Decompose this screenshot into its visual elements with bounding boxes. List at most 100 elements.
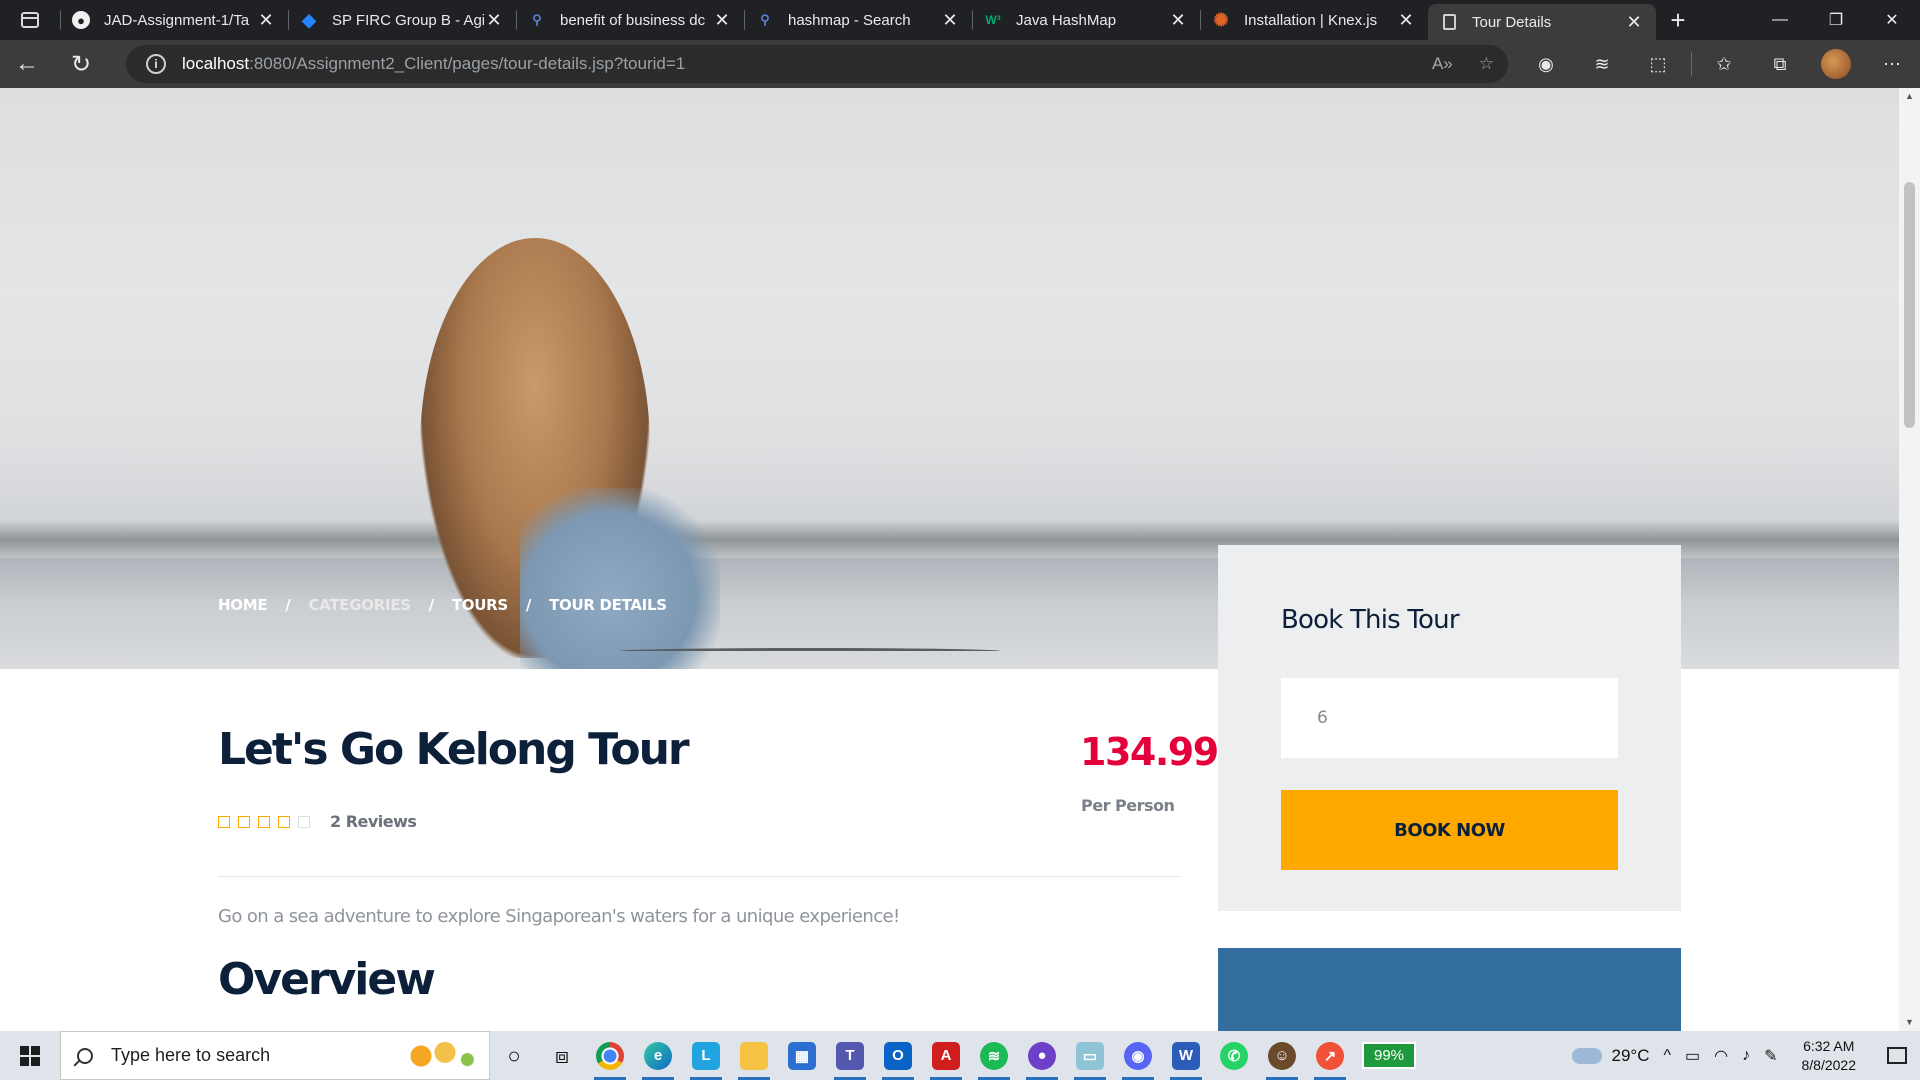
tab-jira[interactable]: ◆ SP FIRC Group B - Agi ✕ xyxy=(288,0,516,40)
star-icon xyxy=(258,815,270,828)
rating-stars: 2 Reviews xyxy=(218,812,417,831)
restore-button[interactable]: ❐ xyxy=(1808,0,1864,40)
windows-taskbar: Type here to search ○ ⧈ e L ▦ T O A ≋ ● … xyxy=(0,1031,1920,1080)
store-icon[interactable]: ▦ xyxy=(778,1031,826,1080)
start-button[interactable] xyxy=(0,1031,60,1080)
extensions-icon[interactable]: ⬚ xyxy=(1630,40,1686,88)
github-desktop-icon[interactable]: ● xyxy=(1018,1031,1066,1080)
chrome-icon[interactable] xyxy=(586,1031,634,1080)
close-tab-icon[interactable]: ✕ xyxy=(1168,10,1188,31)
more-menu-icon[interactable]: ⋯ xyxy=(1864,40,1920,88)
tab-actions-button[interactable] xyxy=(0,0,60,40)
book-now-button[interactable]: BOOK NOW xyxy=(1281,790,1618,870)
breadcrumb-home[interactable]: HOME xyxy=(218,596,268,614)
l-app-icon[interactable]: L xyxy=(682,1031,730,1080)
refresh-button[interactable]: ↻ xyxy=(54,40,108,88)
breadcrumb-separator: / xyxy=(525,596,532,614)
pen-icon[interactable]: ✎ xyxy=(1764,1046,1777,1066)
tab-github[interactable]: ● JAD-Assignment-1/Ta ✕ xyxy=(60,0,288,40)
page-viewport: HOME / CATEGORIES / TOURS / TOUR DETAILS… xyxy=(0,88,1899,1031)
system-tray: 29°C ^ ▭ ◠ ♪ ✎ 6:32 AM 8/8/2022 xyxy=(1571,1031,1920,1080)
github-icon: ● xyxy=(72,11,90,29)
tab-knex[interactable]: ✺ Installation | Knex.js ✕ xyxy=(1200,0,1428,40)
whatsapp-icon[interactable]: ✆ xyxy=(1210,1031,1258,1080)
tour-description: Go on a sea adventure to explore Singapo… xyxy=(218,906,900,927)
tab-hashmap-search[interactable]: ⚲ hashmap - Search ✕ xyxy=(744,0,972,40)
scrollbar-thumb[interactable] xyxy=(1904,182,1915,428)
booking-title: Book This Tour xyxy=(1281,605,1460,635)
swift-icon[interactable]: ↗ xyxy=(1306,1031,1354,1080)
page-scrollbar[interactable]: ▲ ▼ xyxy=(1899,88,1920,1031)
tab-tour-details[interactable]: Tour Details ✕ xyxy=(1428,4,1656,40)
wifi-icon[interactable]: ◠ xyxy=(1714,1046,1728,1066)
show-hidden-icons-chevron-icon[interactable]: ^ xyxy=(1663,1047,1671,1065)
star-icon xyxy=(278,815,290,828)
scroll-up-icon[interactable]: ▲ xyxy=(1899,88,1920,105)
avatar-app-icon[interactable]: ☺ xyxy=(1258,1031,1306,1080)
taskbar-search-placeholder: Type here to search xyxy=(111,1045,271,1065)
tab-business-search[interactable]: ⚲ benefit of business dc ✕ xyxy=(516,0,744,40)
breadcrumb-categories[interactable]: CATEGORIES xyxy=(308,596,410,614)
taskbar-clock[interactable]: 6:32 AM 8/8/2022 xyxy=(1802,1037,1857,1075)
breadcrumb-tours[interactable]: TOURS xyxy=(452,596,508,614)
tab-java-hashmap[interactable]: W³ Java HashMap ✕ xyxy=(972,0,1200,40)
page-icon xyxy=(1440,13,1458,31)
star-empty-icon xyxy=(298,815,310,828)
hero-person-shoulder xyxy=(520,488,720,669)
add-favorite-icon[interactable]: ☆ xyxy=(1479,54,1494,74)
discord-icon[interactable]: ◉ xyxy=(1114,1031,1162,1080)
back-button[interactable]: ← xyxy=(0,40,54,88)
notification-center-button[interactable] xyxy=(1874,1031,1920,1080)
database-extension-icon[interactable]: ≋ xyxy=(1574,40,1630,88)
volume-icon[interactable]: ♪ xyxy=(1742,1047,1750,1065)
collections-icon[interactable]: ⧉ xyxy=(1752,40,1808,88)
windows-logo-icon xyxy=(20,1045,40,1066)
edge-icon[interactable]: e xyxy=(634,1031,682,1080)
minimize-button[interactable]: — xyxy=(1752,0,1808,40)
breadcrumb-tour-details: TOUR DETAILS xyxy=(549,596,667,614)
notepad-icon[interactable]: ▭ xyxy=(1066,1031,1114,1080)
close-tab-icon[interactable]: ✕ xyxy=(484,10,504,31)
tab-title: Installation | Knex.js xyxy=(1244,11,1378,29)
weather-widget[interactable]: 29°C xyxy=(1571,1045,1650,1066)
temperature: 29°C xyxy=(1611,1045,1650,1065)
tour-price: 134.99 xyxy=(1080,730,1219,774)
battery-icon[interactable]: ▭ xyxy=(1685,1046,1700,1066)
close-window-button[interactable]: ✕ xyxy=(1864,0,1920,40)
cortana-icon[interactable]: ○ xyxy=(490,1031,538,1080)
acrobat-icon[interactable]: A xyxy=(922,1031,970,1080)
favorites-icon[interactable]: ✩ xyxy=(1696,40,1752,88)
site-info-icon[interactable]: i xyxy=(146,54,166,74)
taskbar-search[interactable]: Type here to search xyxy=(60,1031,490,1080)
hero-boat-railing xyxy=(620,648,1000,654)
url-path: :8080/Assignment2_Client/pages/tour-deta… xyxy=(249,54,686,73)
new-tab-button[interactable]: + xyxy=(1656,0,1700,40)
close-tab-icon[interactable]: ✕ xyxy=(256,10,276,31)
star-icon xyxy=(218,815,230,828)
quantity-input[interactable] xyxy=(1281,678,1618,758)
search-icon: ⚲ xyxy=(760,12,770,27)
scroll-down-icon[interactable]: ▼ xyxy=(1899,1014,1920,1031)
close-tab-icon[interactable]: ✕ xyxy=(1624,12,1644,33)
browser-tab-strip: ● JAD-Assignment-1/Ta ✕ ◆ SP FIRC Group … xyxy=(0,0,1920,40)
spotify-icon[interactable]: ≋ xyxy=(970,1031,1018,1080)
battery-percentage-badge: 99% xyxy=(1362,1042,1417,1069)
close-tab-icon[interactable]: ✕ xyxy=(940,10,960,31)
teams-icon[interactable]: T xyxy=(826,1031,874,1080)
toolbar-separator xyxy=(1686,40,1696,88)
extension-globe-icon[interactable]: ◉ xyxy=(1518,40,1574,88)
file-explorer-icon[interactable] xyxy=(730,1031,778,1080)
read-aloud-icon[interactable]: A» xyxy=(1432,54,1453,74)
outlook-icon[interactable]: O xyxy=(874,1031,922,1080)
profile-avatar[interactable] xyxy=(1808,40,1864,88)
jira-icon: ◆ xyxy=(302,9,316,30)
close-tab-icon[interactable]: ✕ xyxy=(1396,10,1416,31)
address-bar[interactable]: i localhost:8080/Assignment2_Client/page… xyxy=(126,45,1508,83)
window-controls: — ❐ ✕ xyxy=(1752,0,1920,40)
word-icon[interactable]: W xyxy=(1162,1031,1210,1080)
divider xyxy=(218,876,1180,877)
close-tab-icon[interactable]: ✕ xyxy=(712,10,732,31)
tour-title: Let's Go Kelong Tour xyxy=(218,724,690,775)
booking-panel: Book This Tour BOOK NOW xyxy=(1218,545,1681,911)
task-view-icon[interactable]: ⧈ xyxy=(538,1031,586,1080)
